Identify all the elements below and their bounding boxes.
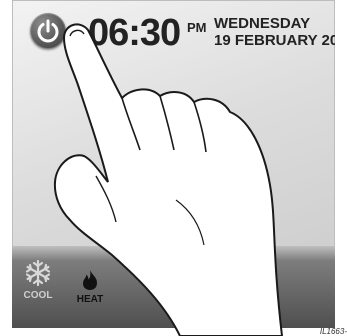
figure-reference: IL1663- <box>319 327 347 336</box>
flame-icon <box>83 270 97 290</box>
power-button[interactable] <box>30 13 66 49</box>
date-label: 19 FEBRUARY 2013 <box>214 32 335 49</box>
snowflake-icon <box>25 259 51 287</box>
cool-mode-button[interactable]: COOL <box>12 258 64 301</box>
thermostat-screen: 06:30 PM WEDNESDAY 19 FEBRUARY 2013 COOL… <box>12 0 335 328</box>
clock-period: PM <box>187 20 207 35</box>
weekday-label: WEDNESDAY <box>214 15 311 32</box>
heat-mode-button[interactable]: HEAT <box>70 268 110 305</box>
cool-mode-label: COOL <box>23 290 53 301</box>
clock-time: 06:30 <box>88 12 181 54</box>
heat-mode-label: HEAT <box>76 294 104 305</box>
power-icon <box>37 19 59 43</box>
